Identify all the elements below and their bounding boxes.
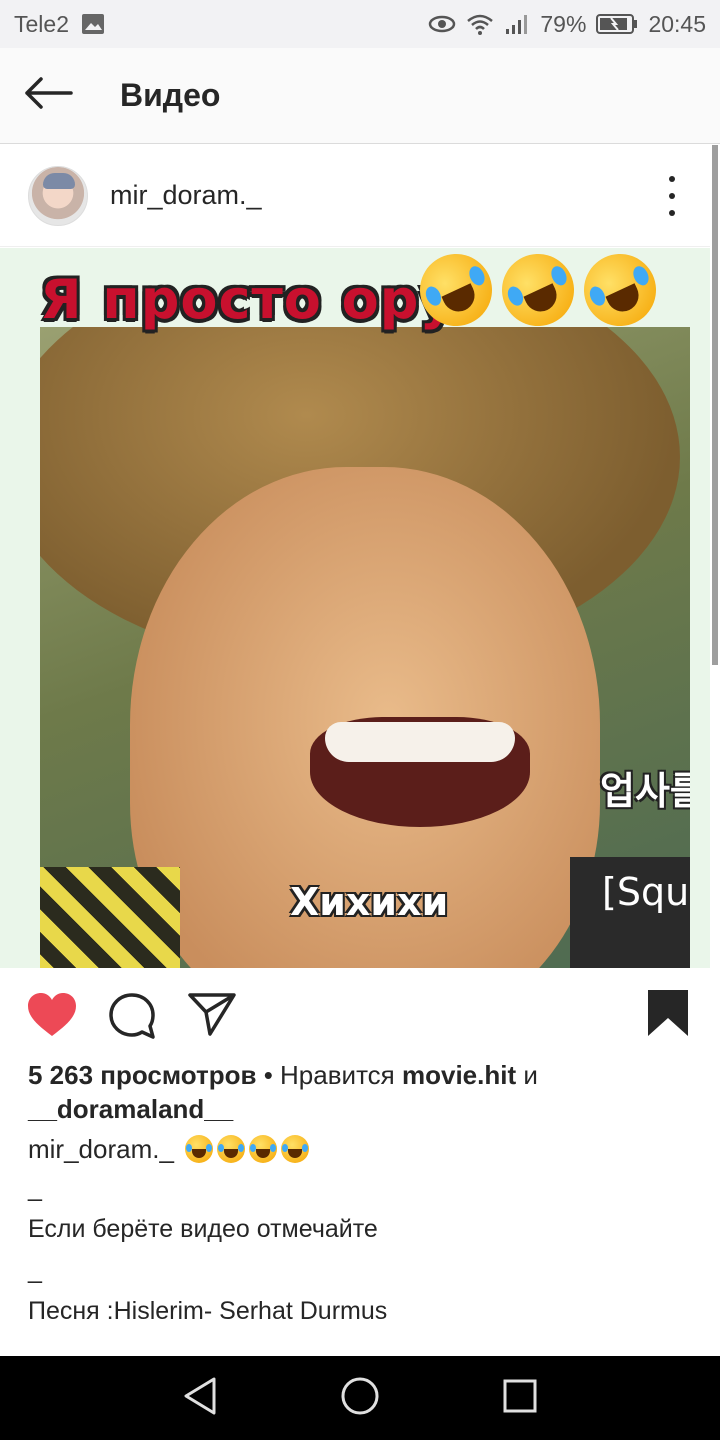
app-bar: Видео (0, 48, 720, 144)
caption-line: Песня :Hislerim- Serhat Durmus (28, 1297, 388, 1325)
tears-of-joy-emoji-icon (281, 1135, 310, 1163)
caption-line: Если берёте видео отмечайте (28, 1215, 378, 1243)
save-button[interactable] (646, 988, 690, 1043)
caption-line: _ (28, 1256, 42, 1284)
post-username[interactable]: mir_doram._ (110, 180, 262, 211)
caption-username[interactable]: mir_doram._ (28, 1134, 174, 1164)
tears-of-joy-emoji-icon (249, 1135, 278, 1163)
more-options-button[interactable] (662, 175, 682, 216)
back-arrow-icon (23, 76, 73, 115)
video-side-text-latin: [Squa (602, 870, 690, 914)
battery-percent: 79% (540, 10, 587, 37)
heart-icon (26, 993, 78, 1042)
more-dot-icon (669, 192, 675, 199)
views-count[interactable]: 5 263 просмотров (28, 1060, 256, 1090)
bookmark-icon (646, 990, 690, 1042)
nav-back-button[interactable] (160, 1358, 240, 1438)
comment-button[interactable] (108, 992, 156, 1045)
scrollbar[interactable] (712, 145, 718, 665)
send-icon (188, 993, 236, 1040)
like-button[interactable] (26, 992, 78, 1043)
post-text: 5 263 просмотров • Нравится movie.hit и … (28, 1058, 698, 1371)
tears-of-joy-emoji-icon (185, 1135, 214, 1163)
clock: 20:45 (648, 10, 706, 37)
home-circle-icon (340, 1376, 380, 1421)
post-actions (0, 968, 720, 1060)
avatar[interactable] (28, 165, 88, 226)
more-dot-icon (669, 209, 675, 216)
recents-square-icon (502, 1378, 538, 1419)
wifi-icon (466, 13, 494, 35)
video-text-layer: Хихихи 업사를 [Squa (0, 248, 690, 968)
caption-line: _ (28, 1174, 42, 1202)
page-title: Видео (120, 77, 221, 113)
views-line: 5 263 просмотров • Нравится movie.hit и (28, 1058, 698, 1092)
status-bar: Tele2 79% 20:45 (0, 0, 720, 48)
comment-icon (108, 993, 156, 1044)
more-dot-icon (669, 175, 675, 182)
post-header: mir_doram._ (0, 145, 710, 247)
carrier-label: Tele2 (14, 10, 69, 37)
battery-icon (596, 13, 638, 35)
liked-by-user-2[interactable]: __doramaland__ (28, 1092, 698, 1126)
likes-separator: • Нравится (256, 1060, 402, 1090)
system-nav-bar (0, 1356, 720, 1440)
signal-icon (504, 13, 530, 35)
liked-by-conjunction: и (516, 1060, 538, 1090)
image-icon (81, 13, 105, 35)
video-side-text-korean: 업사를 (600, 769, 690, 813)
caption-first-line: mir_doram._ (28, 1132, 698, 1166)
video-subtitle: Хихихи (290, 880, 449, 924)
eye-icon (428, 14, 456, 34)
liked-by-user-1[interactable]: movie.hit (402, 1060, 516, 1090)
nav-recents-button[interactable] (480, 1358, 560, 1438)
tears-of-joy-emoji-icon (217, 1135, 246, 1163)
share-button[interactable] (188, 992, 236, 1041)
back-button[interactable] (0, 48, 96, 144)
nav-home-button[interactable] (320, 1358, 400, 1438)
back-triangle-icon (182, 1376, 218, 1421)
